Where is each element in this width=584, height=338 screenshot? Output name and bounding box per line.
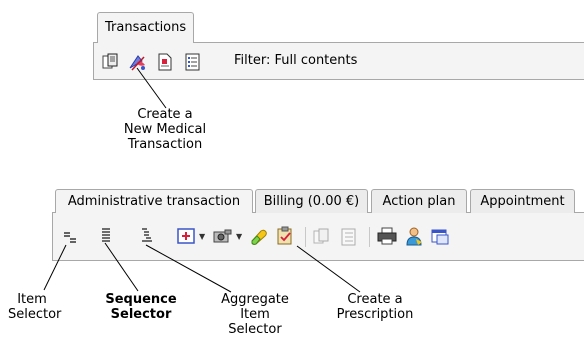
create-transaction-callout: Create a New Medical Transaction (110, 107, 220, 152)
toolbar-separator (305, 227, 306, 247)
transactions-tab-strip: Transactions (93, 8, 584, 44)
sequence-selector-icon[interactable] (98, 227, 116, 245)
copy-icon[interactable] (102, 53, 120, 71)
filter-status: Filter: Full contents (234, 53, 358, 68)
tab-billing[interactable]: Billing (0.00 €) (255, 189, 368, 213)
callout-line: Item (17, 292, 47, 307)
callout-line: Aggregate (221, 292, 289, 307)
add-medical-icon[interactable] (177, 227, 195, 245)
sequence-selector-callout: Sequence Selector (99, 292, 183, 322)
aggregate-selector-callout: Aggregate Item Selector (210, 292, 300, 338)
list-icon[interactable] (184, 53, 202, 71)
prescription-icon[interactable] (249, 227, 267, 245)
camera-icon[interactable] (213, 227, 232, 245)
transactions-toolbar: Filter: Full contents (93, 43, 584, 80)
tab-label: Billing (0.00 €) (263, 194, 360, 209)
tab-administrative-transaction[interactable]: Administrative transaction (55, 189, 253, 213)
document-icon[interactable] (156, 53, 174, 71)
callout-line: Create a (347, 292, 403, 307)
tab-transactions[interactable]: Transactions (97, 12, 194, 42)
callout-line: New Medical (123, 122, 207, 137)
callout-line: Prescription (336, 307, 414, 322)
transactions-panel: Transactions Filter: Full contents (93, 8, 584, 80)
tab-transactions-label: Transactions (105, 20, 187, 35)
aggregate-item-selector-icon[interactable] (139, 227, 157, 245)
list-icon[interactable] (340, 228, 358, 246)
printer-icon[interactable] (377, 227, 397, 245)
window-icon[interactable] (431, 228, 449, 246)
callout-line: Create a (137, 107, 193, 122)
tab-label: Action plan (382, 194, 456, 209)
tab-label: Administrative transaction (67, 194, 241, 209)
callout-line: Selector (228, 322, 282, 337)
clipboard-icon[interactable] (275, 226, 293, 245)
callout-line: Item (240, 307, 270, 322)
user-icon[interactable] (404, 226, 422, 246)
create-prescription-callout: Create a Prescription (330, 292, 420, 322)
transaction-toolbar: ▼ ▼ (52, 213, 584, 261)
item-selector-callout: Item Selector (8, 292, 62, 322)
callout-line: Transaction (127, 137, 203, 152)
callout-line: Sequence (105, 292, 177, 307)
tab-label: Appointment (480, 194, 565, 209)
chevron-down-icon[interactable]: ▼ (236, 232, 242, 241)
chevron-down-icon[interactable]: ▼ (199, 232, 205, 241)
patient-record-panel: Administrative transaction Billing (0.00… (52, 186, 584, 261)
callout-line: Selector (110, 307, 172, 322)
callout-line: Selector (8, 307, 62, 322)
toolbar-separator (369, 227, 370, 247)
medical-transaction-icon[interactable] (128, 52, 146, 71)
item-selector-icon[interactable] (62, 228, 80, 246)
tab-action-plan[interactable]: Action plan (371, 189, 467, 213)
copy-icon[interactable] (313, 228, 331, 246)
tab-appointment[interactable]: Appointment (470, 189, 575, 213)
